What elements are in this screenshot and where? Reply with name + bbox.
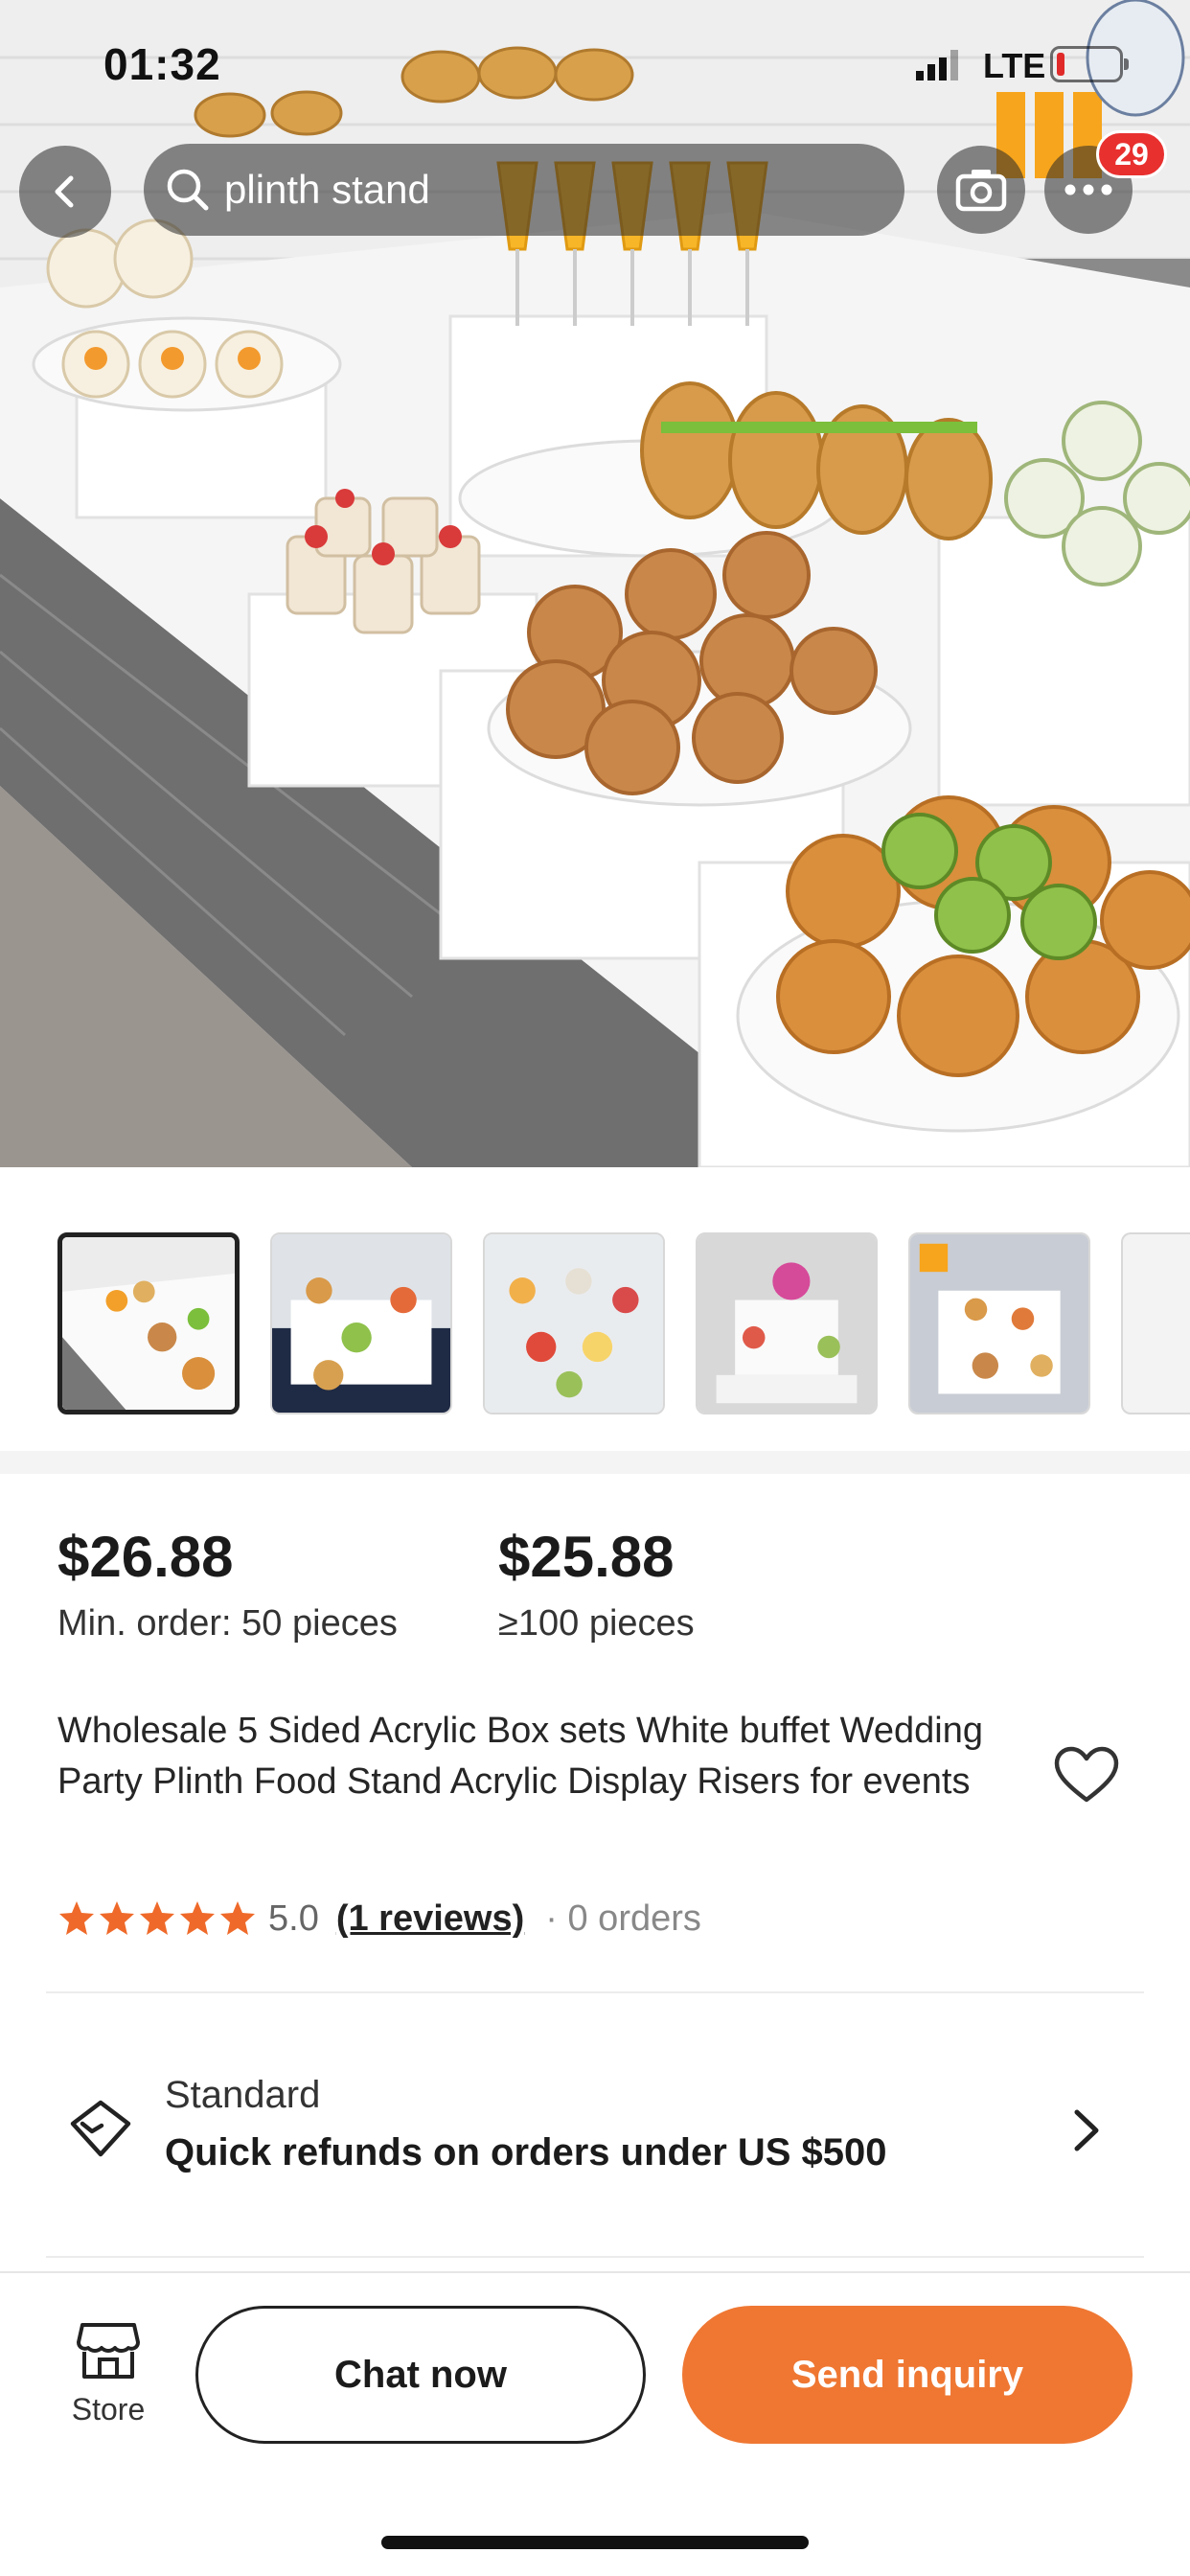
divider (46, 1991, 1144, 1993)
star-icon (59, 1901, 94, 1935)
section-separator (0, 1451, 1190, 1474)
network-label: LTE (983, 46, 1046, 85)
price-quantity: ≥100 pieces (498, 1603, 695, 1644)
thumbnail-3[interactable] (483, 1232, 665, 1414)
rating-stars (57, 1899, 259, 1938)
price-quantity: Min. order: 50 pieces (57, 1603, 398, 1644)
chat-now-button[interactable]: Chat now (195, 2306, 646, 2444)
status-time: 01:32 (103, 39, 221, 89)
store-label: Store (71, 2392, 146, 2426)
signal-icon (916, 50, 958, 80)
back-icon (55, 175, 74, 208)
thumbnail-image (698, 1234, 876, 1413)
price-value: $25.88 (498, 1525, 675, 1589)
store-button[interactable]: Store (46, 2321, 171, 2455)
star-icon (180, 1901, 215, 1935)
store-icon (77, 2323, 140, 2379)
more-icon (1064, 184, 1112, 196)
thumbnail-strip[interactable] (0, 1232, 1190, 1416)
chevron-right-icon (1074, 2109, 1099, 2151)
orders-count: · 0 orders (545, 1898, 701, 1939)
notification-badge: 29 (1096, 130, 1167, 178)
thumbnail-image (272, 1234, 450, 1413)
star-icon (100, 1901, 134, 1935)
price-tier-1: $26.88 Min. order: 50 pieces (57, 1524, 398, 1644)
back-button[interactable] (19, 146, 111, 238)
heart-icon[interactable] (1054, 1746, 1119, 1804)
search-icon (167, 169, 209, 211)
refund-policy-row[interactable]: Standard Quick refunds on orders under U… (0, 2060, 1190, 2204)
battery-icon (1050, 46, 1129, 82)
star-icon (220, 1901, 255, 1935)
thumbnail-4[interactable] (696, 1232, 878, 1414)
star-icon (140, 1901, 174, 1935)
thumbnail-image (910, 1234, 1088, 1413)
camera-icon (955, 170, 1007, 212)
reviews-link[interactable]: (1 reviews) (336, 1898, 524, 1940)
home-indicator (381, 2536, 809, 2549)
product-title: Wholesale 5 Sided Acrylic Box sets White… (57, 1711, 983, 1802)
bottom-action-bar: Store Chat now Send inquiry (0, 2271, 1190, 2576)
price-value: $26.88 (57, 1525, 234, 1589)
thumbnail-1[interactable] (57, 1232, 240, 1414)
standard-label: Standard (165, 2074, 321, 2116)
standard-description: Quick refunds on orders under US $500 (165, 2131, 887, 2174)
rating-row: 5.0 (1 reviews) · 0 orders (57, 1892, 701, 1945)
rating-value: 5.0 (268, 1898, 319, 1939)
camera-button[interactable] (937, 146, 1025, 234)
thumbnail-image (485, 1234, 663, 1413)
price-tier-2: $25.88 ≥100 pieces (498, 1524, 695, 1644)
divider (46, 2256, 1144, 2258)
thumbnail-2[interactable] (270, 1232, 452, 1414)
thumbnail-image (62, 1237, 235, 1410)
thumbnail-6[interactable] (1121, 1232, 1190, 1414)
shield-diamond-icon (70, 2100, 131, 2157)
send-inquiry-button[interactable]: Send inquiry (682, 2306, 1133, 2444)
search-query: plinth stand (224, 167, 430, 212)
thumbnail-5[interactable] (908, 1232, 1090, 1414)
search-bar[interactable]: plinth stand (144, 144, 904, 236)
